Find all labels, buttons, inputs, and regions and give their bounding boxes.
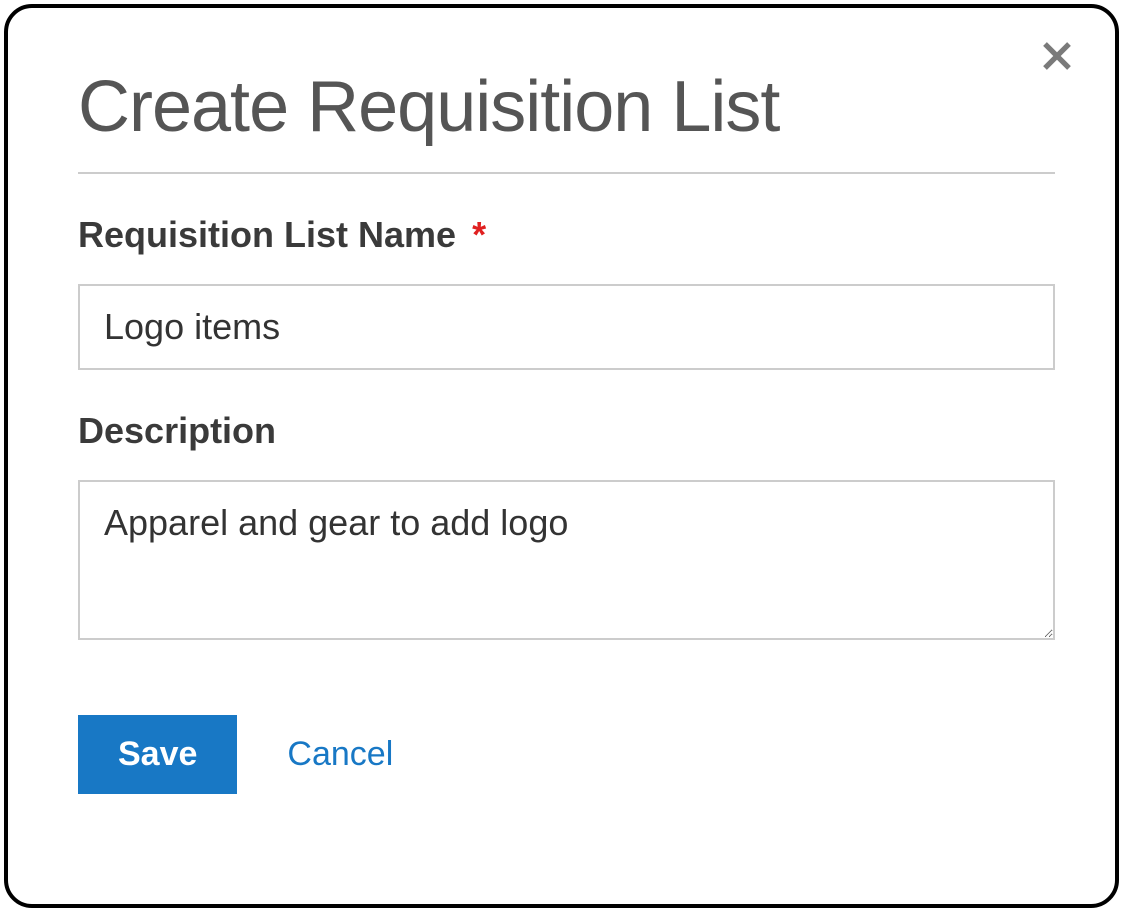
close-icon	[1039, 38, 1075, 79]
name-label-text: Requisition List Name	[78, 214, 456, 255]
requisition-name-input[interactable]	[78, 284, 1055, 370]
name-field-label: Requisition List Name *	[78, 214, 1055, 256]
modal-actions: Save Cancel	[78, 715, 1055, 794]
cancel-link[interactable]: Cancel	[287, 735, 393, 774]
name-field-group: Requisition List Name *	[78, 214, 1055, 370]
modal-title: Create Requisition List	[78, 66, 1055, 148]
description-field-label: Description	[78, 410, 1055, 452]
close-button[interactable]	[1035, 36, 1079, 80]
save-button[interactable]: Save	[78, 715, 237, 794]
required-asterisk: *	[472, 214, 486, 255]
description-textarea[interactable]: Apparel and gear to add logo	[78, 480, 1055, 640]
description-field-group: Description Apparel and gear to add logo	[78, 410, 1055, 645]
divider	[78, 172, 1055, 174]
create-requisition-modal: Create Requisition List Requisition List…	[4, 4, 1119, 908]
